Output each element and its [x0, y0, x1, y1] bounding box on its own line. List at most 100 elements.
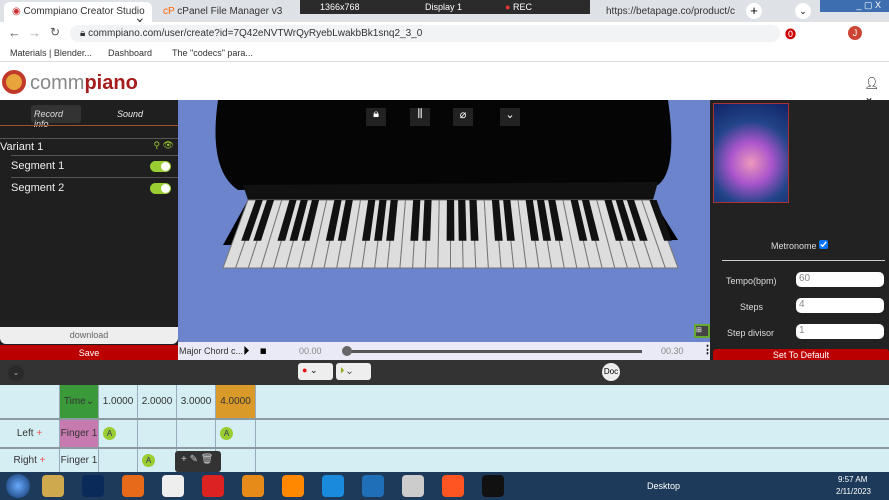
- add-icon[interactable]: +: [40, 455, 46, 466]
- edge-icon[interactable]: [322, 475, 344, 497]
- time-cell-active[interactable]: 4.0000: [216, 385, 256, 418]
- hand-row-right: Right + Finger 1 A + ✎ 🗑︎: [0, 449, 889, 472]
- metronome-row: Metronome: [710, 240, 889, 251]
- back-icon[interactable]: ←: [8, 25, 21, 40]
- note-badge[interactable]: A: [103, 427, 116, 440]
- corner-cell: [0, 385, 60, 418]
- desktop-toolbar[interactable]: Desktop: [647, 481, 680, 491]
- profile-avatar[interactable]: J: [848, 26, 862, 40]
- black-key[interactable]: [446, 200, 455, 241]
- window-controls[interactable]: _ ▢ X: [820, 0, 889, 12]
- piano-viewport[interactable]: 🔒︎ ⫼ ⌀ ⌄ ⊞: [178, 100, 710, 342]
- vlc-icon[interactable]: [282, 475, 304, 497]
- brave-icon[interactable]: [442, 475, 464, 497]
- link-icon[interactable]: ⌀: [453, 108, 473, 126]
- bookmark[interactable]: Materials | Blender...: [10, 48, 92, 58]
- start-button[interactable]: [6, 474, 30, 498]
- eye-icon[interactable]: ⚲ 👁︎: [153, 140, 174, 151]
- clock-time: 9:57 AM: [838, 475, 868, 484]
- variant-row[interactable]: Variant 1 ⚲ 👁︎: [0, 138, 178, 156]
- segment-row[interactable]: Segment 2: [11, 177, 178, 199]
- segment-toggle[interactable]: [150, 183, 171, 194]
- seek-handle[interactable]: [342, 346, 352, 356]
- time-cell[interactable]: 1.0000: [99, 385, 138, 418]
- segment-row[interactable]: Segment 1: [11, 155, 178, 177]
- hand-label: Left +: [0, 420, 60, 447]
- collapse-button[interactable]: ⌄: [8, 365, 24, 381]
- step-divisor-input[interactable]: 1: [796, 324, 884, 339]
- record-dropdown[interactable]: ● ⌄: [298, 363, 333, 380]
- url-text: commpiano.com/user/create?id=7Q42eNVTWrQ…: [88, 28, 423, 39]
- url-input[interactable]: 🔒︎ commpiano.com/user/create?id=7Q42eNVT…: [70, 25, 780, 42]
- tempo-input[interactable]: 60: [796, 272, 884, 287]
- rec-button[interactable]: ● REC: [505, 2, 532, 12]
- app-header: commpiano 👤︎⌄: [0, 62, 889, 104]
- end-time: 00.30: [661, 346, 684, 356]
- tab-commpiano[interactable]: ◉ Commpiano Creator Studio ✕: [4, 2, 152, 22]
- view-toggle-icon[interactable]: ⊞: [694, 324, 710, 338]
- note-cell[interactable]: [99, 449, 138, 472]
- add-icon[interactable]: +: [36, 428, 42, 439]
- time-sort-header[interactable]: Time ⌄: [60, 385, 99, 418]
- vscode-icon[interactable]: [362, 475, 384, 497]
- steps-label: Steps: [740, 302, 764, 312]
- play-icon[interactable]: ⏵: [243, 343, 250, 359]
- terminal-icon[interactable]: [482, 475, 504, 497]
- step-divisor-label: Step divisor: [727, 328, 775, 338]
- time-cell[interactable]: 3.0000: [177, 385, 216, 418]
- note-badge[interactable]: A: [142, 454, 155, 467]
- tab-record-info[interactable]: Record info: [31, 105, 81, 129]
- screen-recorder-bar: 1366x768 Display 1 ● REC: [300, 0, 590, 14]
- tab-sound[interactable]: Sound: [117, 109, 143, 119]
- logo[interactable]: commpiano: [30, 72, 138, 95]
- display-label: Display 1: [425, 2, 463, 12]
- steps-input[interactable]: 4: [796, 298, 884, 313]
- firefox-icon[interactable]: [122, 475, 144, 497]
- stop-icon[interactable]: ⏹: [260, 343, 267, 359]
- photoshop-icon[interactable]: [82, 475, 104, 497]
- segment-label: Segment 2: [11, 182, 65, 194]
- logo-suffix: piano: [84, 72, 138, 94]
- download-button[interactable]: download: [0, 327, 178, 344]
- divider: [0, 125, 178, 126]
- segment-toggle[interactable]: [150, 161, 171, 172]
- reload-icon[interactable]: ↻: [50, 25, 60, 39]
- tab-label: cPanel File Manager v3: [177, 6, 283, 17]
- chevron-down-icon[interactable]: ⌄: [500, 108, 520, 126]
- bookmark[interactable]: Dashboard: [108, 48, 152, 58]
- explorer-icon[interactable]: [42, 475, 64, 497]
- note-cell[interactable]: A: [99, 420, 138, 447]
- note-actions-popup[interactable]: + ✎ 🗑︎: [175, 451, 221, 472]
- piano-icon[interactable]: ⫼: [410, 108, 430, 126]
- new-tab-button[interactable]: +: [746, 3, 762, 19]
- play-dropdown[interactable]: ⏵ ⌄: [336, 363, 371, 380]
- forward-icon[interactable]: →: [28, 25, 41, 40]
- media-player-icon[interactable]: [242, 475, 264, 497]
- notepad-icon[interactable]: [402, 475, 424, 497]
- chrome-icon[interactable]: [162, 475, 184, 497]
- tab-cpanel[interactable]: cP cPanel File Manager v3: [155, 2, 295, 22]
- hand-label: Right +: [0, 449, 60, 472]
- note-badge[interactable]: A: [220, 427, 233, 440]
- lock-icon[interactable]: 🔒︎: [366, 108, 386, 126]
- note-cell[interactable]: [216, 449, 256, 472]
- piano-3d: [215, 100, 679, 269]
- doc-button[interactable]: Doc: [602, 363, 620, 381]
- timeline-grid: Time ⌄ 1.0000 2.0000 3.0000 4.0000 Left +…: [0, 385, 889, 472]
- seek-slider[interactable]: [346, 350, 642, 353]
- note-cell[interactable]: [177, 420, 216, 447]
- opera-icon[interactable]: [202, 475, 224, 497]
- finger-label[interactable]: Finger 1: [60, 420, 99, 447]
- pinterest-icon[interactable]: ⓿: [785, 26, 796, 42]
- tab-search-button[interactable]: ⌄: [795, 3, 811, 19]
- time-cell[interactable]: 2.0000: [138, 385, 177, 418]
- lock-icon: 🔒︎: [80, 28, 89, 39]
- tab-betapage[interactable]: https://betapage.co/product/c: [598, 2, 738, 22]
- metronome-checkbox[interactable]: [819, 240, 829, 249]
- black-key[interactable]: [458, 200, 467, 241]
- note-cell[interactable]: [138, 420, 177, 447]
- note-cell[interactable]: A: [138, 449, 177, 472]
- note-cell[interactable]: A: [216, 420, 256, 447]
- bookmark[interactable]: The "codecs" para...: [172, 48, 253, 58]
- finger-label[interactable]: Finger 1: [60, 449, 99, 472]
